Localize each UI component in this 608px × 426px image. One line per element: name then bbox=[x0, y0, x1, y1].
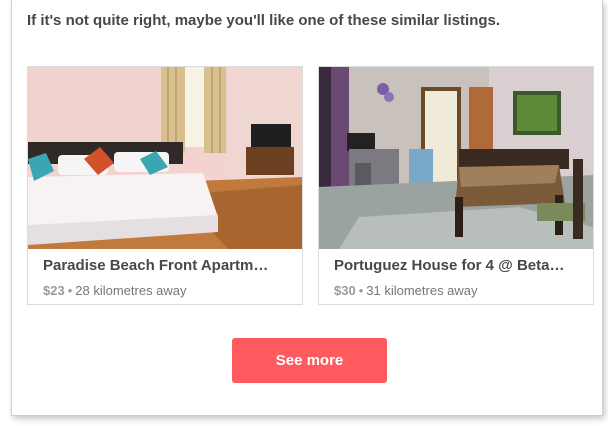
separator-dot: • bbox=[67, 283, 73, 298]
section-heading: If it's not quite right, maybe you'll li… bbox=[27, 12, 501, 29]
listing-distance: 31 kilometres away bbox=[366, 283, 478, 298]
listing-card[interactable]: Paradise Beach Front Apartm… $23 • 28 kilo… bbox=[27, 66, 303, 305]
listing-distance: 28 kilometres away bbox=[75, 283, 187, 298]
listing-price: $23 bbox=[43, 283, 65, 298]
listing-meta: $23 • 28 kilometres away bbox=[43, 283, 187, 298]
listing-title[interactable]: Portuguez House for 4 @ Beta… bbox=[334, 257, 584, 274]
listing-title[interactable]: Paradise Beach Front Apartm… bbox=[43, 257, 293, 274]
see-more-button[interactable]: See more bbox=[232, 338, 387, 383]
listing-price: $30 bbox=[334, 283, 356, 298]
listing-meta: $30 • 31 kilometres away bbox=[334, 283, 478, 298]
separator-dot: • bbox=[358, 283, 364, 298]
listing-photo[interactable] bbox=[319, 67, 593, 249]
similar-listings-panel: If it's not quite right, maybe you'll li… bbox=[11, 0, 603, 416]
listing-photo[interactable] bbox=[28, 67, 302, 249]
listing-card[interactable]: Portuguez House for 4 @ Beta… $30 • 31 kil… bbox=[318, 66, 594, 305]
